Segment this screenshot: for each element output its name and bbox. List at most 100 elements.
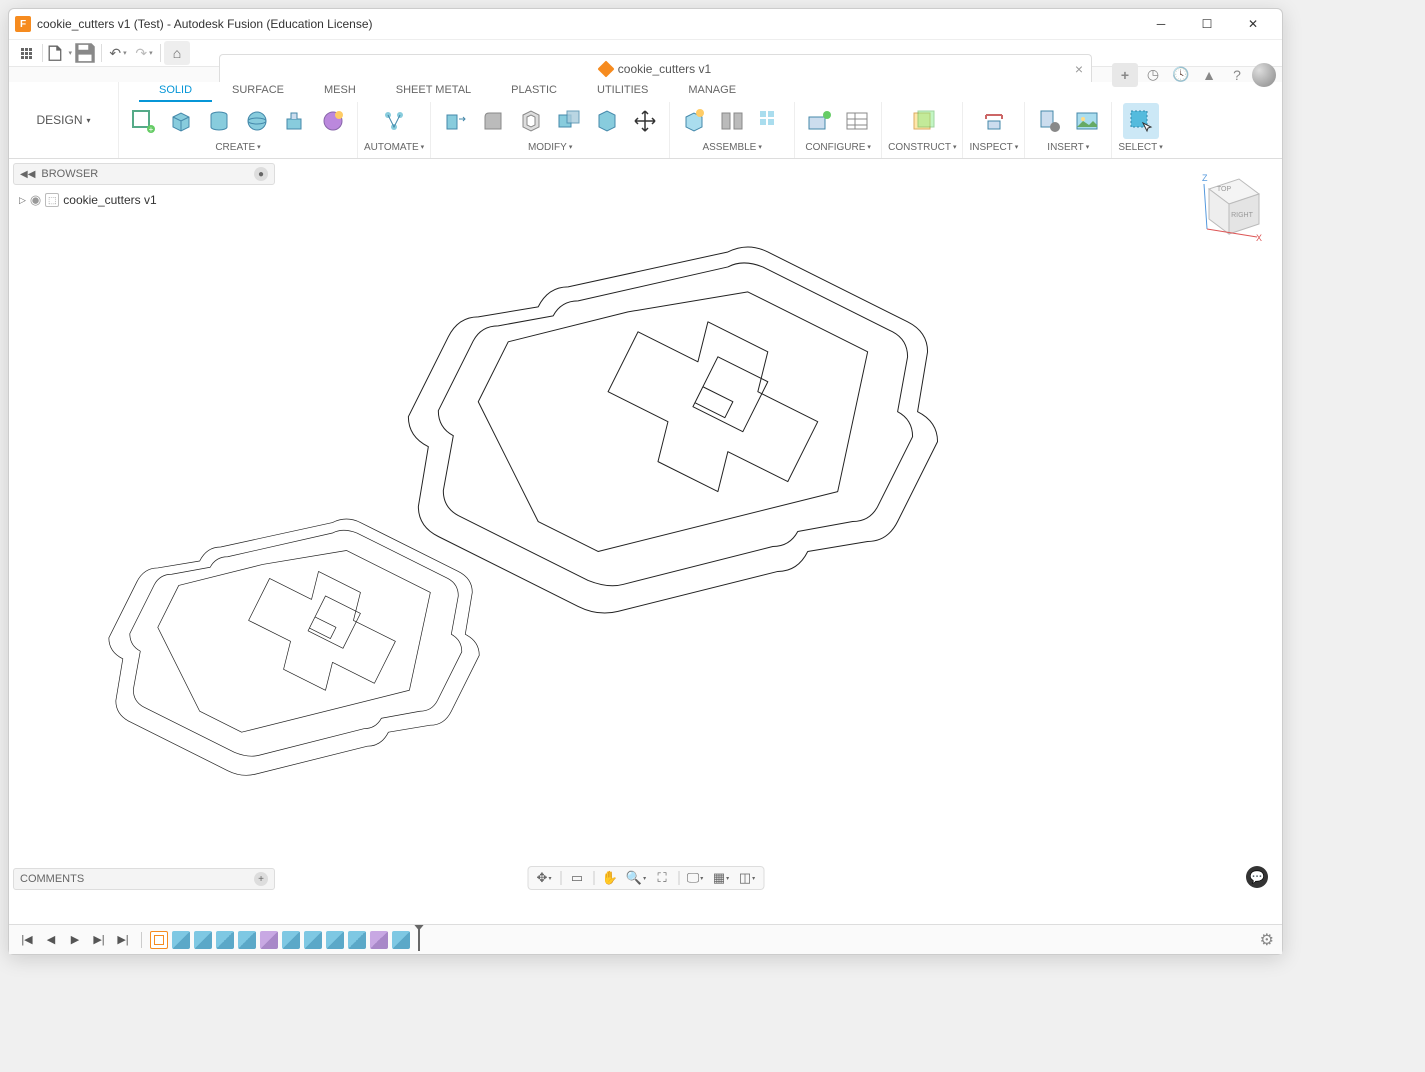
shell-tool[interactable] [513,103,549,139]
insert-image-tool[interactable] [1069,103,1105,139]
timeline-playhead[interactable] [418,929,420,951]
inspect-group-label[interactable]: INSPECT [969,140,1018,154]
pan-button[interactable]: ✋ [598,868,622,888]
automate-group-label[interactable]: AUTOMATE [364,140,424,154]
extensions-button[interactable]: ◷ [1140,63,1166,87]
joint-origin-tool[interactable] [752,103,788,139]
maximize-button[interactable]: ☐ [1184,9,1230,39]
help-button[interactable]: ? [1224,63,1250,87]
look-at-button[interactable]: ▭ [565,868,589,888]
sphere-tool[interactable] [239,103,275,139]
undo-button[interactable]: ↶ [105,41,131,65]
create-group-label[interactable]: CREATE [215,140,260,154]
titlebar[interactable]: cookie_cutters v1 (Test) - Autodesk Fusi… [9,9,1282,39]
select-tool[interactable] [1123,103,1159,139]
timeline-feature-7[interactable] [304,931,322,949]
select-group-label[interactable]: SELECT [1118,140,1162,154]
workspace-switcher[interactable]: DESIGN [9,82,119,158]
home-button[interactable]: ⌂ [164,41,190,65]
construct-group-label[interactable]: CONSTRUCT [888,140,956,154]
timeline-next-button[interactable]: ▶| [89,930,109,950]
timeline-sketch-1[interactable] [150,931,168,949]
automate-tool[interactable] [376,103,412,139]
notifications-button[interactable]: ▲ [1196,63,1222,87]
timeline-feature-8[interactable] [326,931,344,949]
configure-tool[interactable] [801,103,837,139]
timeline-feature-4[interactable] [238,931,256,949]
visibility-icon[interactable]: ◉ [30,192,41,208]
new-component-tool[interactable] [676,103,712,139]
file-menu-button[interactable] [46,41,72,65]
close-button[interactable]: ✕ [1230,9,1276,39]
config-table-tool[interactable] [839,103,875,139]
content-area: TOP RIGHT Z X ◀◀ BROWSER ● ▷ ◉ ⬚ cookie_… [9,159,1282,924]
press-pull-tool[interactable] [437,103,473,139]
tree-root-row[interactable]: ▷ ◉ ⬚ cookie_cutters v1 [15,189,273,211]
move-tool[interactable] [627,103,663,139]
joint-tool[interactable] [714,103,750,139]
timeline-feature-2[interactable] [194,931,212,949]
viewport-canvas[interactable]: TOP RIGHT Z X [9,159,1282,924]
assemble-group-label[interactable]: ASSEMBLE [702,140,761,154]
tab-utilities[interactable]: UTILITIES [577,82,668,102]
assistant-button[interactable]: 💬 [1246,866,1268,888]
browser-header[interactable]: ◀◀ BROWSER ● [13,163,275,185]
timeline-feature-11[interactable] [392,931,410,949]
tab-solid[interactable]: SOLID [139,82,212,102]
fillet-tool[interactable] [475,103,511,139]
display-settings-button[interactable]: 🖵 [683,868,707,888]
draft-tool[interactable] [589,103,625,139]
expand-icon[interactable]: ▷ [19,195,26,206]
timeline-feature-9[interactable] [348,931,366,949]
timeline-feature-3[interactable] [216,931,234,949]
modify-group-label[interactable]: MODIFY [528,140,572,154]
insert-derive-tool[interactable] [1031,103,1067,139]
tab-mesh[interactable]: MESH [304,82,376,102]
timeline-settings-icon[interactable]: ⚙ [1260,930,1274,950]
collapse-icon[interactable]: ◀◀ [20,169,35,180]
timeline-feature-6[interactable] [282,931,300,949]
timeline-feature-1[interactable] [172,931,190,949]
tab-sheet-metal[interactable]: SHEET METAL [376,82,491,102]
tab-surface[interactable]: SURFACE [212,82,304,102]
user-avatar[interactable] [1252,63,1276,87]
new-tab-button[interactable]: + [1112,63,1138,87]
inspect-tool[interactable] [976,103,1012,139]
zoom-button[interactable]: 🔍 [624,868,648,888]
insert-group-label[interactable]: INSERT [1047,140,1089,154]
comments-panel-header[interactable]: COMMENTS + [13,868,275,890]
emboss-tool[interactable] [315,103,351,139]
data-panel-button[interactable] [13,41,39,65]
timeline-feature-5[interactable] [260,931,278,949]
timeline-end-button[interactable]: ▶| [113,930,133,950]
document-tab-bar: cookie_cutters v1 × + ◷ 🕓 ▲ ? [9,67,1282,82]
construct-tool[interactable] [904,103,940,139]
box-tool[interactable] [163,103,199,139]
redo-button[interactable]: ↷ [131,41,157,65]
browser-title: BROWSER [41,168,98,180]
grid-settings-button[interactable]: ▦ [709,868,733,888]
tab-plastic[interactable]: PLASTIC [491,82,577,102]
timeline-play-button[interactable]: ▶ [65,930,85,950]
minimize-button[interactable]: ─ [1138,9,1184,39]
viewcube[interactable]: TOP RIGHT Z X [1184,169,1264,249]
timeline-prev-button[interactable]: ◀ [41,930,61,950]
sketch-tool[interactable]: + [125,103,161,139]
browser-options-icon[interactable]: ● [254,167,268,181]
viewport-button[interactable]: ◫ [735,868,759,888]
configure-group-label[interactable]: CONFIGURE [805,140,871,154]
timeline-start-button[interactable]: |◀ [17,930,37,950]
fit-button[interactable]: ⛶ [650,868,674,888]
extrude-tool[interactable] [277,103,313,139]
tab-manage[interactable]: MANAGE [668,82,756,102]
orbit-button[interactable]: ✥ [532,868,556,888]
svg-text:TOP: TOP [1217,186,1232,193]
job-status-button[interactable]: 🕓 [1168,63,1194,87]
combine-tool[interactable] [551,103,587,139]
timeline-feature-10[interactable] [370,931,388,949]
close-tab-icon[interactable]: × [1075,61,1083,77]
save-button[interactable] [72,41,98,65]
cylinder-tool[interactable] [201,103,237,139]
document-tab[interactable]: cookie_cutters v1 × [219,54,1092,82]
add-comment-icon[interactable]: + [254,872,268,886]
